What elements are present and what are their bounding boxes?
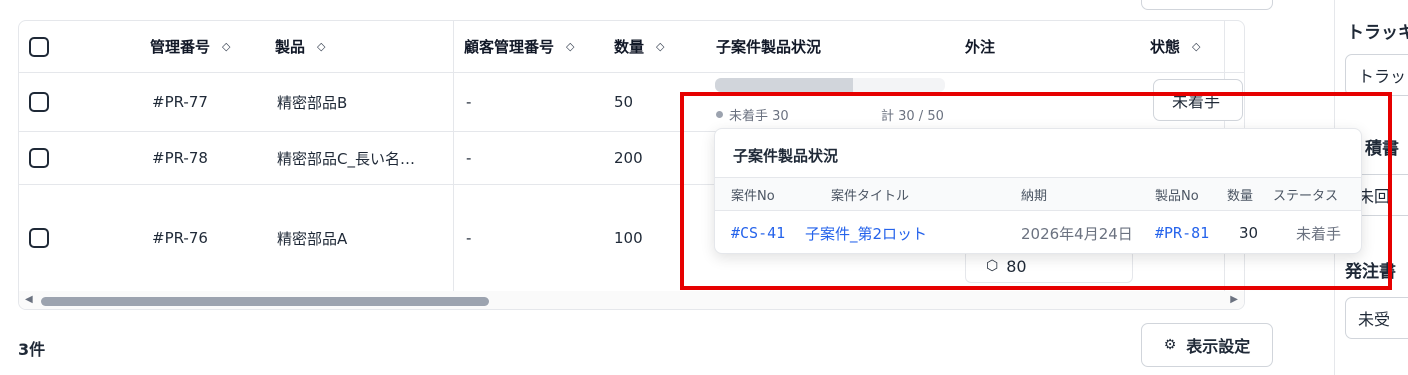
case-no-link[interactable]: #CS-41 [731, 211, 785, 253]
sort-icon[interactable]: ◇ [656, 40, 665, 53]
product-cell[interactable]: 精密部品C_長い名… [277, 132, 415, 184]
header-customer-mgmt-no[interactable]: 顧客管理番号 ◇ [464, 21, 575, 72]
progress-label: 未着手 30 [716, 105, 789, 124]
sort-icon[interactable]: ◇ [566, 40, 575, 53]
progress-total: 計 30 / 50 [881, 109, 944, 124]
col-case-title: 案件タイトル [831, 188, 910, 204]
col-product-no: 製品No [1155, 188, 1199, 204]
scroll-left-icon[interactable]: ◀ [25, 294, 33, 305]
estimate-title: 積書 [1365, 139, 1399, 159]
mgmt-no-cell[interactable]: #PR-77 [152, 73, 208, 131]
mgmt-no-cell[interactable]: #PR-78 [152, 132, 208, 184]
display-settings-label: 表示設定 [1186, 337, 1251, 356]
table-row[interactable]: #PR-77 精密部品B - 50 [19, 73, 1244, 132]
col-due: 納期 [1021, 188, 1048, 204]
product-no-link[interactable]: #PR-81 [1155, 211, 1209, 253]
popover-table-header: 案件No 案件タイトル 納期 製品No 数量 ステータス [715, 177, 1361, 211]
display-settings-button[interactable]: ⚙ 表示設定 [1141, 323, 1273, 367]
product-name: 精密部品C_長い名… [277, 149, 415, 168]
due-date: 2026年4月24日 [1021, 224, 1133, 243]
popover-title: 子案件製品状況 [733, 147, 839, 165]
customer-mgmt-no-cell: - [466, 149, 472, 167]
table-header: 管理番号 ◇ 製品 ◇ 顧客管理番号 ◇ 数量 ◇ 子案件製品状況 外注 状態 … [19, 21, 1244, 73]
col-case-no: 案件No [731, 188, 775, 204]
outsource-quantity[interactable]: ⬡ 80 [965, 249, 1133, 283]
header-quantity-label: 数量 [614, 38, 645, 56]
header-product-label: 製品 [275, 38, 306, 56]
quantity-cell: 200 [614, 149, 643, 167]
product-cell[interactable]: 精密部品A [277, 185, 347, 291]
customer-mgmt-no-cell: - [466, 93, 472, 111]
sliders-icon: ⚙ [1163, 337, 1177, 353]
scrollbar-thumb[interactable] [41, 297, 489, 306]
tracking-select[interactable]: トラッ [1345, 54, 1408, 96]
col-status: ステータス [1273, 188, 1339, 204]
child-status: 未着手 [1296, 224, 1342, 243]
header-outsource-label: 外注 [965, 38, 996, 56]
sub-status-popover: 子案件製品状況 案件No 案件タイトル 納期 製品No 数量 ステータス #CS… [714, 128, 1362, 254]
quantity-cell: 50 [614, 93, 634, 111]
sort-icon[interactable]: ◇ [222, 40, 231, 53]
sub-status-progress-bar [715, 78, 945, 92]
horizontal-scrollbar[interactable]: ◀ ▶ [19, 291, 1244, 309]
header-status-label: 状態 [1150, 38, 1181, 56]
customer-mgmt-no-cell: - [466, 229, 472, 247]
order-title: 発注書 [1345, 262, 1396, 282]
status-select-button[interactable]: 未着手 [1153, 79, 1243, 121]
mgmt-no-cell[interactable]: #PR-76 [152, 185, 208, 291]
package-icon: ⬡ [986, 258, 999, 274]
row-checkbox[interactable] [29, 148, 49, 168]
select-all-checkbox[interactable] [29, 36, 49, 57]
row-select-cell [29, 132, 49, 184]
outsource-value: 80 [1006, 256, 1027, 276]
row-checkbox[interactable] [29, 92, 49, 112]
header-mgmt-no[interactable]: 管理番号 ◇ [150, 21, 231, 72]
popover-table-row[interactable]: #CS-41 子案件_第2ロット 2026年4月24日 #PR-81 30 未着… [715, 211, 1361, 253]
sort-icon[interactable]: ◇ [317, 40, 326, 53]
col-qty: 数量 [1227, 188, 1254, 204]
top-button-stub[interactable] [1141, 0, 1273, 10]
case-title-link[interactable]: 子案件_第2ロット [805, 211, 927, 253]
quantity-cell: 100 [614, 229, 643, 247]
select-all-cell [29, 21, 49, 72]
order-select[interactable]: 未受 [1345, 297, 1408, 339]
status-dot-icon [716, 111, 723, 118]
child-qty: 30 [1239, 224, 1259, 242]
row-checkbox[interactable] [29, 228, 49, 248]
product-cell[interactable]: 精密部品B [277, 73, 347, 131]
header-quantity[interactable]: 数量 ◇ [614, 21, 665, 72]
header-mgmt-no-label: 管理番号 [150, 38, 211, 56]
tracking-title: トラッキ [1347, 23, 1408, 43]
header-sub-status: 子案件製品状況 [716, 21, 821, 72]
sort-icon[interactable]: ◇ [1192, 40, 1201, 53]
row-select-cell [29, 185, 49, 291]
progress-label-text: 未着手 30 [729, 109, 789, 124]
header-sub-status-label: 子案件製品状況 [716, 38, 822, 56]
progress-fill [715, 78, 853, 92]
result-count: 3件 [18, 340, 46, 359]
scroll-right-icon[interactable]: ▶ [1230, 294, 1238, 305]
header-outsource: 外注 [965, 21, 995, 72]
header-product[interactable]: 製品 ◇ [275, 21, 326, 72]
header-customer-mgmt-no-label: 顧客管理番号 [464, 38, 555, 56]
row-select-cell [29, 73, 49, 131]
header-status[interactable]: 状態 ◇ [1150, 21, 1201, 72]
